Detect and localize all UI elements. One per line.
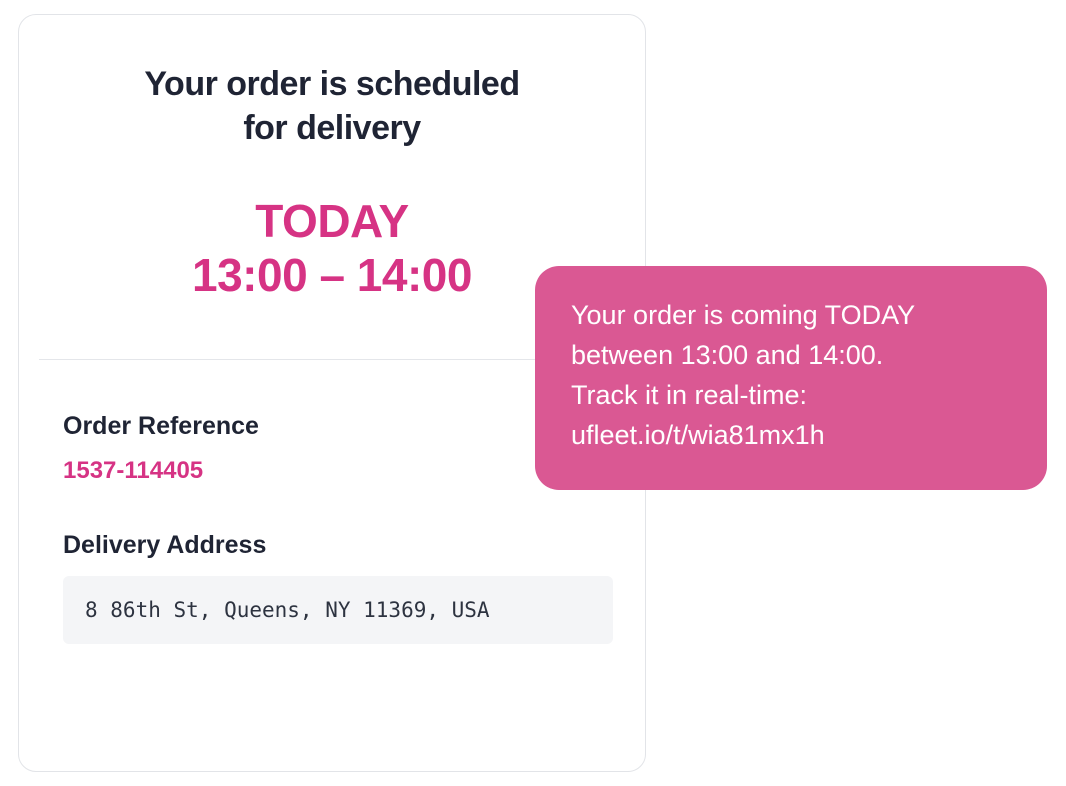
delivery-window: 13:00 – 14:00	[71, 248, 593, 302]
delivery-address-label: Delivery Address	[49, 531, 593, 560]
delivery-time-block: TODAY 13:00 – 14:00	[49, 194, 593, 303]
sms-line-3: Track it in real-time:	[571, 376, 1011, 416]
order-reference-value: 1537-114405	[49, 457, 593, 485]
delivery-address-value: 8 86th St, Queens, NY 11369, USA	[85, 598, 591, 622]
sms-tracking-link[interactable]: ufleet.io/t/wia81mx1h	[571, 416, 1011, 456]
sms-line-2: between 13:00 and 14:00.	[571, 336, 1011, 376]
sms-line-1: Your order is coming TODAY	[571, 296, 1011, 336]
delivery-day: TODAY	[71, 194, 593, 248]
heading-line-2: for delivery	[71, 107, 593, 151]
card-header: Your order is scheduled for delivery	[49, 63, 593, 150]
heading-line-1: Your order is scheduled	[71, 63, 593, 107]
delivery-address-box: 8 86th St, Queens, NY 11369, USA	[63, 576, 613, 644]
sms-bubble: Your order is coming TODAY between 13:00…	[535, 266, 1047, 490]
order-reference-label: Order Reference	[49, 412, 593, 441]
